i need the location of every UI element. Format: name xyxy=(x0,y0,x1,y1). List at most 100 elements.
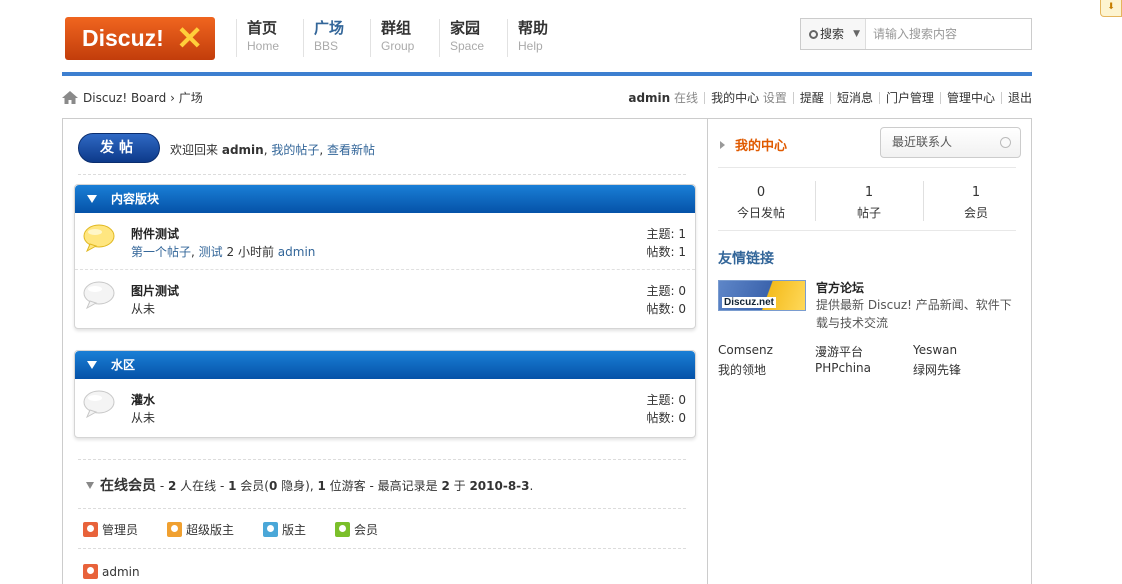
my-center-header[interactable]: 我的中心 xyxy=(720,135,787,154)
divider xyxy=(78,459,686,460)
nav-bbs[interactable]: 广场 BBS xyxy=(303,19,344,57)
no-new-posts-bubble-icon xyxy=(83,281,115,309)
forum-row: 附件测试 第一个帖子, 测试 2 小时前 admin 主题: 1 帖数: 1 xyxy=(75,213,695,270)
friend-link-manyou[interactable]: 漫游平台 xyxy=(815,343,863,360)
nav-group-sublabel: Group xyxy=(381,39,415,53)
user-toolbar: admin 在线 我的中心 设置 提醒 短消息 门户管理 管理中心 退出 xyxy=(628,89,1032,107)
legend-super-moderator: 超级版主 xyxy=(167,521,234,538)
new-post-button[interactable]: 发帖 xyxy=(78,133,160,163)
logo-text: Discuz! xyxy=(82,25,164,51)
friend-link-yeswan[interactable]: Yeswan xyxy=(913,343,957,357)
forum-section-water: 水区 灌水 从未 主题: 0 帖数: 0 xyxy=(74,350,696,438)
admin-user-icon xyxy=(83,522,98,537)
welcome-message: 欢迎回来 admin, 我的帖子, 查看新帖 xyxy=(170,143,376,157)
threads-count: 1 xyxy=(678,227,686,241)
recent-contacts-button[interactable]: 最近联系人 xyxy=(880,127,1021,158)
forum-row: 图片测试 从未 主题: 0 帖数: 0 xyxy=(75,270,695,327)
collapse-icon[interactable] xyxy=(86,482,94,489)
stat-today-posts: 0 今日发帖 xyxy=(736,185,785,220)
nav-bbs-sublabel: BBS xyxy=(314,39,339,53)
nav-home-sublabel: Home xyxy=(247,39,280,53)
official-forum-link[interactable]: 官方论坛 xyxy=(816,279,864,296)
collapse-icon[interactable] xyxy=(87,195,97,203)
search-box: 搜索 ▼ xyxy=(800,18,1032,50)
breadcrumb: Discuz! Board › 广场 xyxy=(62,89,203,107)
welcome-username: admin xyxy=(221,143,264,157)
search-input[interactable] xyxy=(867,19,1031,49)
nav-space[interactable]: 家园 Space xyxy=(439,19,484,57)
discuz-logo[interactable]: Discuz! ✕ xyxy=(65,17,215,60)
nav-group[interactable]: 群组 Group xyxy=(370,19,414,57)
nav-space-sublabel: Space xyxy=(450,39,485,53)
forum-name-link[interactable]: 附件测试 xyxy=(131,225,179,242)
posts-count: 0 xyxy=(678,411,686,425)
home-icon[interactable] xyxy=(62,91,78,104)
member-user-icon xyxy=(335,522,350,537)
search-scope-select[interactable]: 搜索 ▼ xyxy=(801,19,866,49)
stat-members: 1 会员 xyxy=(963,185,988,220)
friend-link-phpchina[interactable]: PHPchina xyxy=(815,361,871,375)
last-post-title-link[interactable]: 第一个帖子 xyxy=(131,245,191,259)
nav-help-sublabel: Help xyxy=(518,39,543,53)
nav-home-label: 首页 xyxy=(247,19,278,37)
view-new-posts-link[interactable]: 查看新帖 xyxy=(327,143,375,157)
official-forum-description: 提供最新 Discuz! 产品新闻、软件下载与技术交流 xyxy=(816,298,1012,330)
nav-help[interactable]: 帮助 Help xyxy=(507,19,548,57)
logo-x-icon: ✕ xyxy=(176,20,203,56)
last-post-time: 2 小时前 xyxy=(226,245,274,259)
section-header[interactable]: 内容版块 xyxy=(75,185,695,213)
online-status: 在线 xyxy=(674,91,699,105)
discuz-net-banner[interactable]: Discuz.net xyxy=(718,280,806,311)
breadcrumb-separator: › xyxy=(170,91,175,105)
section-title: 水区 xyxy=(111,358,136,372)
online-user-admin: admin xyxy=(83,564,140,579)
admin-center-link[interactable]: 管理中心 xyxy=(947,91,995,105)
friend-link-my-territory[interactable]: 我的领地 xyxy=(718,361,766,378)
threads-count: 0 xyxy=(678,284,686,298)
settings-link[interactable]: 设置 xyxy=(763,91,787,105)
legend-moderator: 版主 xyxy=(263,521,306,538)
recent-contacts-label: 最近联系人 xyxy=(892,135,953,149)
username-link[interactable]: admin xyxy=(628,91,670,105)
corner-download-icon[interactable]: ⬇ xyxy=(1100,0,1122,17)
stat-posts: 1 帖子 xyxy=(856,185,881,220)
forum-name-link[interactable]: 图片测试 xyxy=(131,282,179,299)
collapse-icon[interactable] xyxy=(87,361,97,369)
new-posts-bubble-icon xyxy=(83,224,115,252)
divider xyxy=(78,508,686,509)
forum-section-content: 内容版块 附件测试 第一个帖子, 测试 2 小时前 admin 主题: 1 帖数… xyxy=(74,184,696,329)
sidebar-divider xyxy=(707,118,708,584)
section-header[interactable]: 水区 xyxy=(75,351,695,379)
forum-last-post: 第一个帖子, 测试 2 小时前 admin xyxy=(131,245,316,259)
admin-user-icon xyxy=(83,564,98,579)
nav-home[interactable]: 首页 Home xyxy=(236,19,279,57)
posts-count: 1 xyxy=(678,245,686,259)
header-divider-bar xyxy=(62,72,1032,76)
my-center-link[interactable]: 我的中心 xyxy=(711,91,759,105)
forum-last-post: 从未 xyxy=(131,302,156,316)
online-title[interactable]: 在线会员 xyxy=(100,478,156,494)
moderator-user-icon xyxy=(263,522,278,537)
welcome-prefix: 欢迎回来 xyxy=(170,143,219,157)
online-user-link[interactable]: admin xyxy=(102,565,140,579)
friend-link-comsenz[interactable]: Comsenz xyxy=(718,343,773,357)
messages-link[interactable]: 短消息 xyxy=(837,91,873,105)
portal-admin-link[interactable]: 门户管理 xyxy=(886,91,934,105)
last-post-user-link[interactable]: admin xyxy=(278,245,316,259)
reminders-link[interactable]: 提醒 xyxy=(800,91,824,105)
caret-right-icon xyxy=(720,141,725,149)
last-post-forum-link[interactable]: 测试 xyxy=(199,245,223,259)
banner-label: Discuz.net xyxy=(722,297,777,308)
friend-link-green-net[interactable]: 绿网先锋 xyxy=(913,361,961,378)
legend-admin: 管理员 xyxy=(83,521,138,538)
logout-link[interactable]: 退出 xyxy=(1008,91,1032,105)
divider xyxy=(718,230,1016,231)
forum-row: 灌水 从未 主题: 0 帖数: 0 xyxy=(75,379,695,436)
breadcrumb-site-link[interactable]: Discuz! Board xyxy=(83,91,166,105)
forum-name-link[interactable]: 灌水 xyxy=(131,391,155,408)
nav-group-label: 群组 xyxy=(381,19,412,37)
section-title: 内容版块 xyxy=(111,192,160,206)
forum-stats: 主题: 0 帖数: 0 xyxy=(646,393,686,425)
my-posts-link[interactable]: 我的帖子 xyxy=(271,143,319,157)
nav-space-label: 家园 xyxy=(450,19,481,37)
